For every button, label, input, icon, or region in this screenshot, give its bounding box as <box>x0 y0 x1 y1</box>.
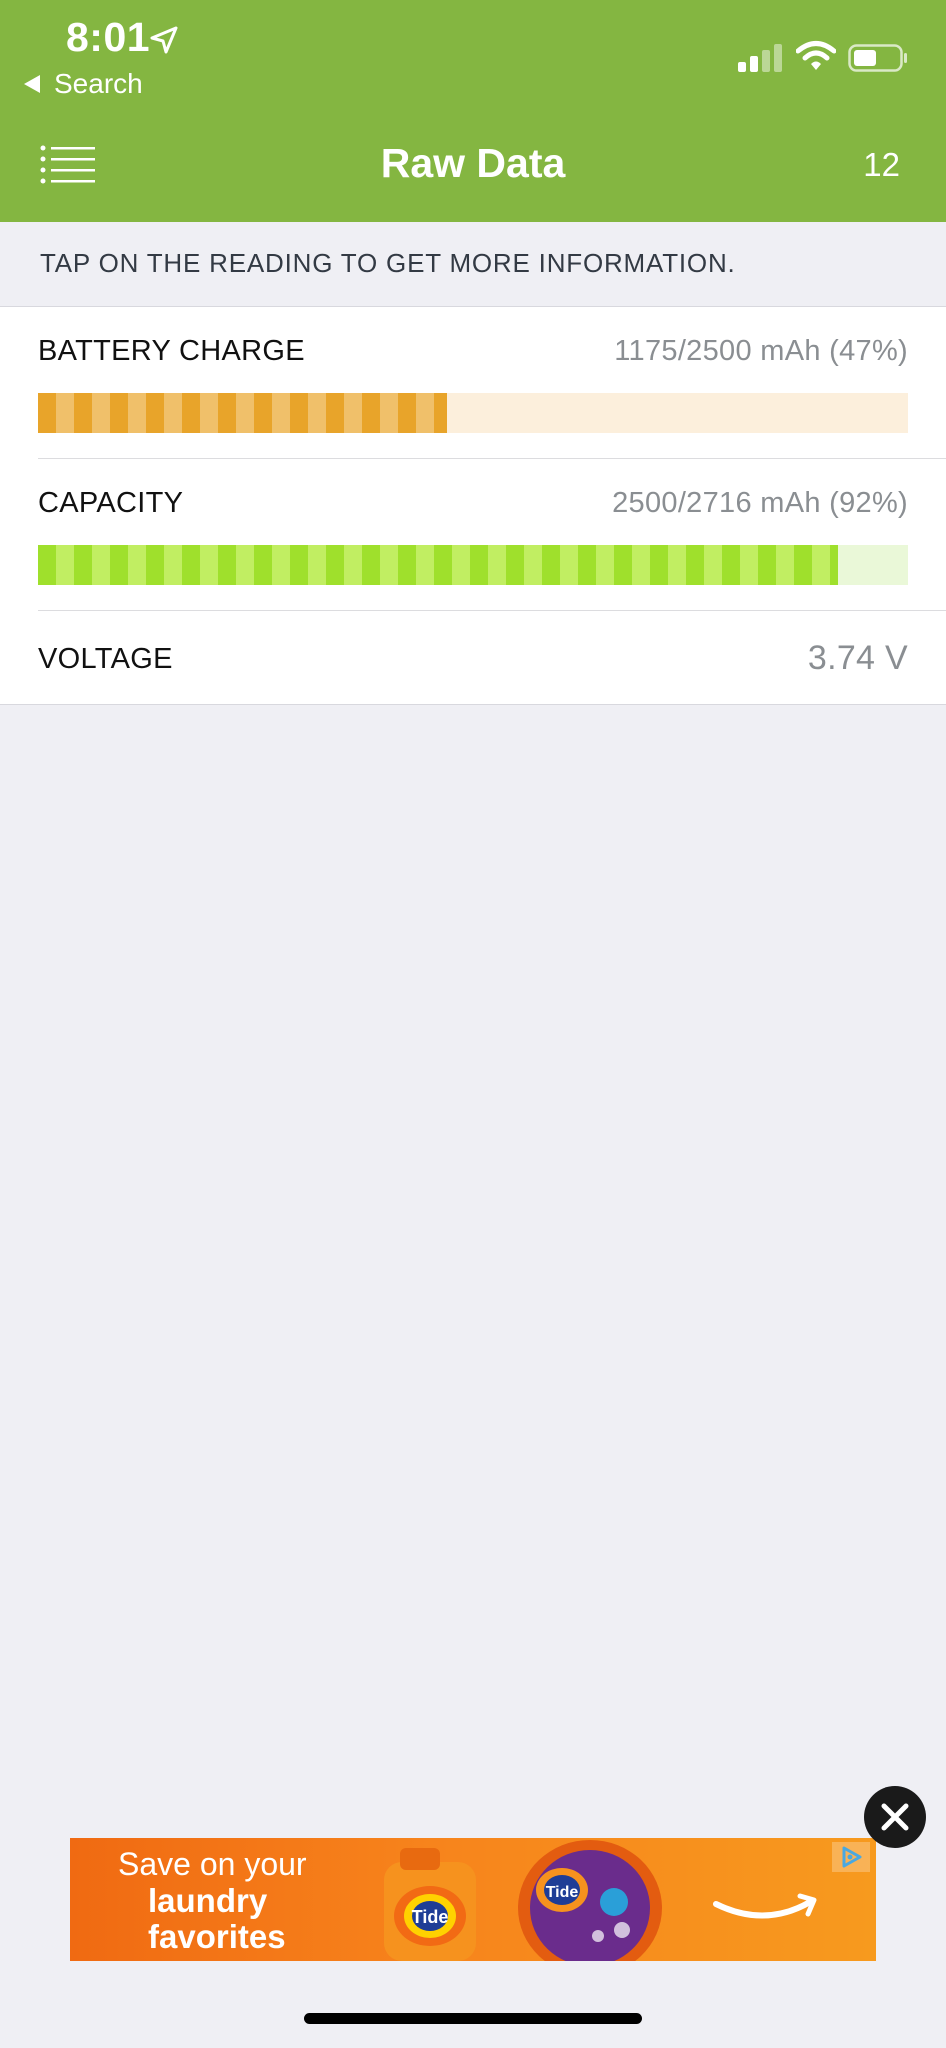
battery-icon <box>848 44 907 72</box>
location-arrow-icon <box>150 26 178 54</box>
capacity-value: 2500/2716 mAh (92%) <box>612 487 908 519</box>
voltage-row[interactable]: VOLTAGE 3.74 V <box>38 611 908 705</box>
ad-banner[interactable]: Save on your laundry favorites Tide Tide <box>70 1838 876 1961</box>
battery-charge-value: 1175/2500 mAh (47%) <box>614 335 908 367</box>
capacity-label: CAPACITY <box>38 487 184 519</box>
instruction-text: TAP ON THE READING TO GET MORE INFORMATI… <box>40 248 736 278</box>
ad-headline: Save on your <box>118 1846 307 1882</box>
capacity-bar <box>38 545 908 585</box>
tide-pods-logo-text: Tide <box>546 1884 579 1901</box>
status-time: 8:01 <box>66 14 151 60</box>
detergent-pods-image: Tide <box>518 1840 662 1961</box>
battery-charge-row[interactable]: BATTERY CHARGE 1175/2500 mAh (47%) <box>38 307 908 458</box>
amazon-smile-logo <box>713 1893 817 1919</box>
voltage-value: 3.74 V <box>807 639 908 677</box>
ad-headline-bold-1: laundry <box>148 1882 268 1919</box>
close-icon <box>881 1803 909 1831</box>
battery-charge-bar <box>38 393 908 433</box>
home-indicator[interactable] <box>304 2013 642 2024</box>
tide-logo-text: Tide <box>412 1907 449 1927</box>
ad-close-button[interactable] <box>864 1786 926 1848</box>
detergent-bottle-image: Tide <box>384 1848 476 1961</box>
back-triangle-icon <box>24 75 40 93</box>
page-title: Raw Data <box>380 140 566 186</box>
back-to-search-button[interactable]: Search <box>22 68 143 100</box>
battery-charge-bar-fill <box>38 393 447 433</box>
wifi-icon <box>796 41 836 70</box>
capacity-row[interactable]: CAPACITY 2500/2716 mAh (92%) <box>38 459 908 610</box>
battery-charge-label: BATTERY CHARGE <box>38 335 305 367</box>
back-label: Search <box>54 68 143 99</box>
header-count-button[interactable]: 12 <box>863 146 900 184</box>
readings-list: BATTERY CHARGE 1175/2500 mAh (47%) CAPAC… <box>0 306 946 705</box>
capacity-bar-fill <box>38 545 839 585</box>
ad-headline-bold-2: favorites <box>148 1918 286 1955</box>
cellular-signal-icon <box>738 44 782 72</box>
voltage-label: VOLTAGE <box>38 643 173 675</box>
app-header: 8:01 Search Raw Data 12 <box>0 0 946 222</box>
